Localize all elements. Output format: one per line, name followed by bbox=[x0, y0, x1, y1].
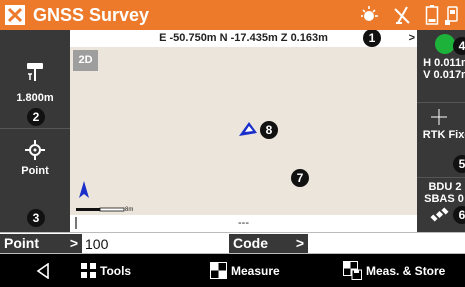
point-field-button[interactable]: Point > bbox=[0, 234, 82, 253]
antenna-icon bbox=[27, 63, 43, 81]
map-status-text: --- bbox=[238, 217, 249, 229]
measure-button[interactable]: Measure bbox=[210, 254, 280, 287]
chevron-right-icon: > bbox=[69, 235, 78, 251]
app-title: GNSS Survey bbox=[33, 5, 150, 25]
callout-badge-7: 7 bbox=[291, 169, 309, 187]
callout-badge-6: 6 bbox=[453, 206, 465, 224]
chevron-right-icon: > bbox=[295, 235, 304, 251]
chevron-right-icon[interactable]: > bbox=[409, 30, 415, 47]
bdu-count: BDU 2 bbox=[428, 181, 462, 193]
measure-icon bbox=[210, 262, 227, 279]
measure-label: Measure bbox=[231, 263, 280, 278]
tools-label: Tools bbox=[100, 263, 132, 278]
sun-icon[interactable] bbox=[358, 4, 380, 26]
device-icon[interactable] bbox=[441, 4, 463, 26]
battery-icon[interactable] bbox=[421, 4, 443, 26]
antenna-height-value: 1.800m bbox=[16, 92, 54, 104]
crosshair-icon bbox=[25, 140, 45, 160]
point-mode-label: Point bbox=[21, 165, 49, 177]
back-triangle-icon bbox=[36, 262, 49, 279]
map-status-bar: --- bbox=[70, 215, 417, 232]
view-mode-button[interactable]: 2D bbox=[73, 50, 98, 71]
pole-tilt-icon[interactable] bbox=[391, 4, 413, 26]
grid-icon bbox=[81, 263, 96, 278]
tools-button[interactable]: Tools bbox=[81, 254, 131, 287]
precision-h: H 0.011m bbox=[423, 57, 465, 69]
north-arrow-icon bbox=[79, 181, 89, 198]
app-logo-icon[interactable] bbox=[5, 5, 25, 25]
measure-store-icon bbox=[343, 261, 362, 280]
scale-label: 8m bbox=[125, 207, 134, 213]
app-header: GNSS Survey bbox=[0, 0, 465, 30]
right-panel: 4 H 0.011m V 0.017m RTK Fixed 5 BDU 2 SB… bbox=[417, 30, 465, 232]
position-arrow-icon bbox=[239, 122, 257, 136]
measure-store-button[interactable]: Meas. & Store bbox=[343, 254, 445, 287]
point-field-label: Point bbox=[4, 235, 39, 251]
plus-icon bbox=[431, 109, 447, 125]
code-field-button[interactable]: Code > bbox=[229, 234, 308, 253]
point-mode-button[interactable]: Point 3 bbox=[0, 129, 70, 232]
fix-status-label: RTK Fixed bbox=[422, 129, 465, 141]
coordinate-readout: E -50.750m N -17.435m Z 0.163m bbox=[159, 32, 328, 44]
map-view[interactable]: E -50.750m N -17.435m Z 0.163m > 1 2D 8 … bbox=[70, 30, 417, 232]
scale-bar bbox=[76, 207, 125, 212]
back-button[interactable] bbox=[36, 254, 50, 287]
callout-badge-4: 4 bbox=[453, 37, 465, 55]
satellite-icon bbox=[430, 207, 449, 222]
callout-badge-5: 5 bbox=[453, 155, 465, 173]
input-row: Point > 100 Code > bbox=[0, 232, 465, 254]
antenna-height-button[interactable]: 1.800m 2 bbox=[0, 30, 70, 129]
callout-badge-2: 2 bbox=[27, 108, 45, 126]
callout-badge-8: 8 bbox=[260, 121, 278, 139]
precision-button[interactable]: 4 H 0.011m V 0.017m bbox=[417, 30, 465, 102]
rtk-status-button[interactable]: RTK Fixed 5 bbox=[417, 103, 465, 177]
bottom-nav: Tools Measure Meas. & Store bbox=[0, 254, 465, 287]
left-panel: 1.800m 2 Point 3 bbox=[0, 30, 70, 232]
callout-badge-3: 3 bbox=[27, 209, 45, 227]
sbas-count: SBAS 0 bbox=[424, 193, 464, 205]
satellite-info-button[interactable]: BDU 2 SBAS 0 6 bbox=[417, 178, 465, 232]
measure-store-label: Meas. & Store bbox=[366, 263, 446, 278]
precision-v: V 0.017m bbox=[423, 69, 465, 81]
code-field-label: Code bbox=[233, 235, 268, 251]
point-number-input[interactable]: 100 bbox=[85, 234, 108, 254]
pole-marker-icon bbox=[75, 217, 77, 229]
